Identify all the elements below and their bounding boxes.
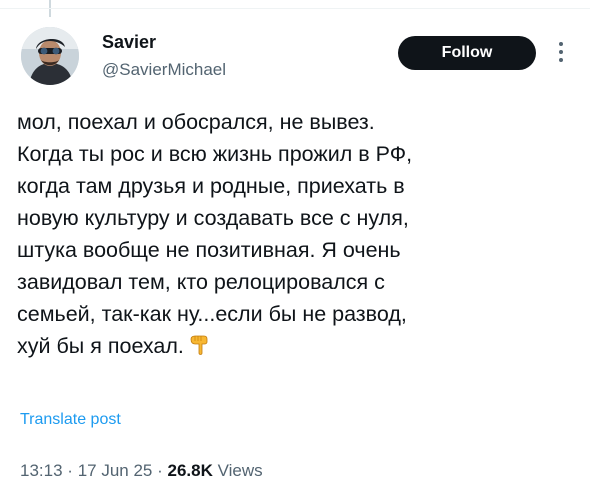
avatar[interactable] xyxy=(21,27,79,85)
tweet-text-line: штука вообще не позитивная. Я очень xyxy=(17,238,401,262)
author-display-name[interactable]: Savier xyxy=(102,32,156,53)
tweet-text-line: мол, поехал и обосрался, не вывез. xyxy=(17,110,375,134)
tweet-time[interactable]: 13:13 xyxy=(20,461,63,480)
more-vertical-icon[interactable] xyxy=(556,40,566,64)
views-count: 26.8K xyxy=(167,461,213,480)
top-divider xyxy=(0,8,590,9)
meta-separator: · xyxy=(157,461,163,480)
tweet-text-last-words: хуй бы я поехал. xyxy=(17,334,184,358)
backhand-index-pointing-down-emoji-icon xyxy=(187,333,211,366)
translate-post-link[interactable]: Translate post xyxy=(20,411,121,429)
tweet-text-line: Когда ты рос и всю жизнь прожил в РФ, xyxy=(17,142,413,166)
tweet-text: мол, поехал и обосрался, не вывез. Когда… xyxy=(17,106,577,362)
user-avatar-image xyxy=(21,27,79,85)
views-label: Views xyxy=(217,461,263,480)
tweet-meta-row: 13:13 · 17 Jun 25 · 26.8K Views xyxy=(20,461,263,481)
follow-button[interactable]: Follow xyxy=(398,36,536,70)
tweet-text-line: новую культуру и создавать все с нуля, xyxy=(17,206,409,230)
meta-separator: · xyxy=(67,461,73,480)
tweet-text-line: когда там друзья и родные, приехать в xyxy=(17,174,405,198)
tweet-text-line: семьей, так-как ну...если бы не развод, xyxy=(17,302,407,326)
tweet-text-line: завидовал тем, кто релоцировался с xyxy=(17,270,385,294)
tweet-date[interactable]: 17 Jun 25 xyxy=(78,461,153,480)
author-handle[interactable]: @SavierMichael xyxy=(102,60,226,80)
tweet-text-line-last: хуй бы я поехал. xyxy=(17,330,577,362)
